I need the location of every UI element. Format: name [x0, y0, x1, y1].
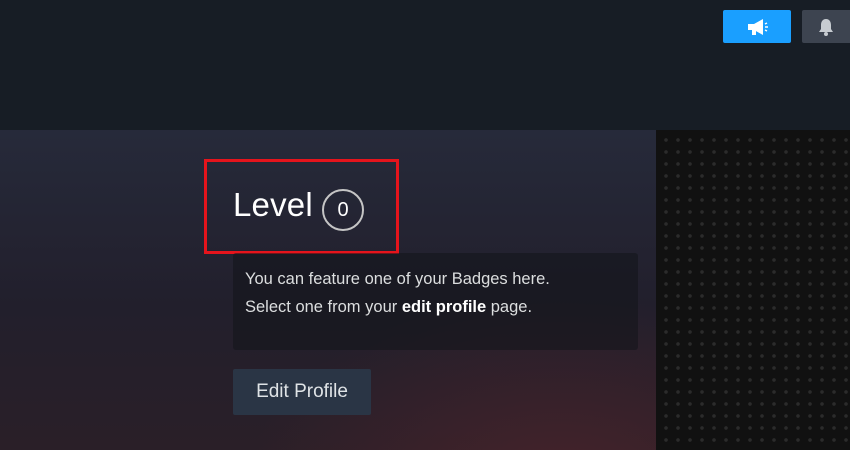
top-header-bar [0, 0, 850, 130]
announcements-button[interactable] [723, 10, 791, 43]
level-value: 0 [337, 198, 349, 221]
featured-badge-placeholder: You can feature one of your Badges here.… [233, 253, 638, 350]
badge-message-suffix: page. [486, 298, 533, 316]
level-badge[interactable]: 0 [322, 189, 364, 231]
badge-message-line2: Select one from your edit profile page. [245, 293, 626, 321]
badge-message-prefix: Select one from your [245, 298, 402, 316]
megaphone-icon [748, 18, 768, 35]
bell-icon [819, 18, 833, 36]
edit-profile-link[interactable]: edit profile [402, 298, 486, 316]
edit-profile-button[interactable]: Edit Profile [233, 369, 371, 415]
badge-message-line1: You can feature one of your Badges here. [245, 270, 550, 288]
notifications-button[interactable] [802, 10, 850, 43]
profile-background-panel [656, 130, 850, 450]
level-label: Level [233, 186, 313, 223]
